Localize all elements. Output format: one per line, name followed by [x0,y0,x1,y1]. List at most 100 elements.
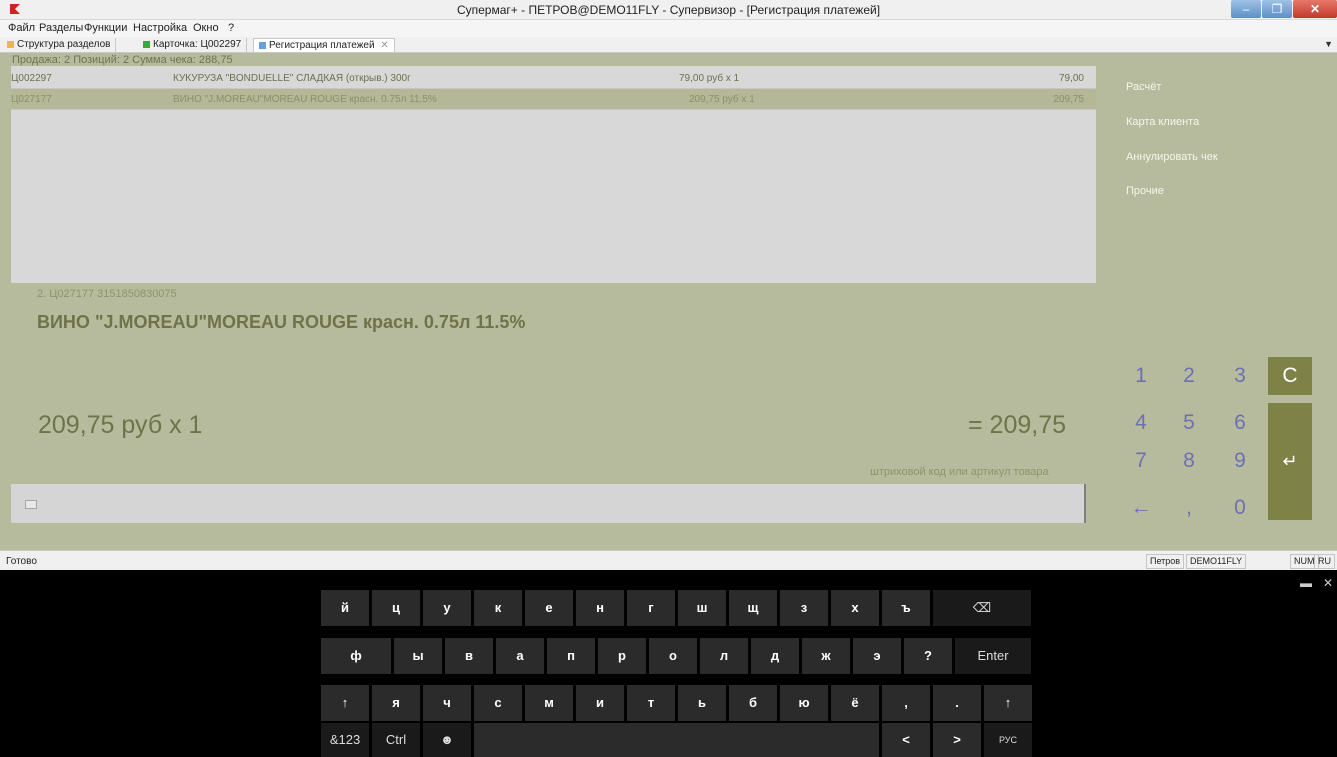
key[interactable]: ф [321,638,391,674]
key[interactable]: и [576,685,624,721]
right-arrow-key[interactable]: > [933,723,981,757]
selected-item-name: ВИНО "J.MOREAU"MOREAU ROUGE красн. 0.75л… [37,312,526,332]
key[interactable]: ы [394,638,442,674]
numpad-8[interactable]: 8 [1171,444,1207,478]
menu-functions[interactable]: Функции [84,22,127,34]
numpad-4[interactable]: 4 [1123,406,1159,440]
key[interactable]: х [831,590,879,626]
key[interactable]: . [933,685,981,721]
key[interactable]: ж [802,638,850,674]
close-button[interactable]: ✕ [1293,0,1337,18]
minimize-button[interactable]: – [1231,0,1261,18]
key[interactable]: ш [678,590,726,626]
key[interactable]: ё [831,685,879,721]
comma-key[interactable]: , [1171,491,1207,525]
keyboard-close-icon[interactable]: ✕ [1323,576,1333,590]
maximize-button[interactable]: ❐ [1262,0,1292,18]
numpad-9[interactable]: 9 [1222,444,1258,478]
item-list: Ц002297 КУКУРУЗА "BONDUELLE" СЛАДКАЯ (от… [11,66,1096,283]
key[interactable]: т [627,685,675,721]
key[interactable]: з [780,590,828,626]
menu-help[interactable]: ? [228,22,234,34]
key[interactable]: ю [780,685,828,721]
menu-window[interactable]: Окно [193,22,219,34]
item-price-qty: 209,75 руб x 1 [689,94,755,105]
item-sum: 79,00 [1058,73,1084,84]
key[interactable]: а [496,638,544,674]
checkout-button[interactable]: Расчёт [1126,81,1161,93]
key[interactable]: д [751,638,799,674]
numpad-0[interactable]: 0 [1222,491,1258,525]
language-key[interactable]: РУС [984,723,1032,757]
input-hint: штриховой код или артикул товара [870,466,1049,478]
numpad-3[interactable]: 3 [1222,359,1258,393]
key[interactable]: с [474,685,522,721]
key[interactable]: п [547,638,595,674]
menu-bar: Файл Разделы Функции Настройка Окно ? [0,20,1337,37]
tab-card[interactable]: Карточка: Ц002297 [138,38,248,52]
key[interactable]: , [882,685,930,721]
key[interactable]: щ [729,590,777,626]
backspace-icon[interactable]: ⌫ [933,590,1031,626]
client-card-button[interactable]: Карта клиента [1126,116,1199,128]
enter-key[interactable]: Enter [955,638,1031,674]
key[interactable]: б [729,685,777,721]
key[interactable]: р [598,638,646,674]
barcode-input[interactable] [11,484,1086,523]
backspace-key-icon[interactable]: ← [1123,491,1159,525]
key[interactable]: н [576,590,624,626]
numpad-5[interactable]: 5 [1171,406,1207,440]
tab-close-icon[interactable]: ✕ [380,40,388,51]
numpad-7[interactable]: 7 [1123,444,1159,478]
title-bar: Супермаг+ - ПЕТРОВ@DEMO11FLY - Супервизо… [0,0,1337,20]
key[interactable]: у [423,590,471,626]
numpad-2[interactable]: 2 [1171,359,1207,393]
key[interactable]: э [853,638,901,674]
list-item[interactable]: Ц027177 ВИНО "J.MOREAU"MOREAU ROUGE крас… [11,89,1096,110]
numpad-1[interactable]: 1 [1123,359,1159,393]
selected-item-header: 2. Ц027177 3151850830075 [37,288,177,300]
numpad-6[interactable]: 6 [1222,406,1258,440]
key[interactable]: л [700,638,748,674]
ctrl-key[interactable]: Ctrl [372,723,420,757]
item-sum: 209,75 [1053,94,1084,105]
key[interactable]: е [525,590,573,626]
key[interactable]: й [321,590,369,626]
item-code: Ц027177 [11,94,52,105]
enter-button[interactable]: ↵ [1268,403,1312,520]
receipt-summary: Продажа: 2 Позиций: 2 Сумма чека: 288,75 [12,54,233,66]
key[interactable]: ц [372,590,420,626]
symbols-key[interactable]: &123 [321,723,369,757]
shift-right-icon[interactable]: ↑ [984,685,1032,721]
key[interactable]: о [649,638,697,674]
key[interactable]: к [474,590,522,626]
key[interactable]: ь [678,685,726,721]
key[interactable]: ъ [882,590,930,626]
tab-payments[interactable]: Регистрация платежей ✕ [253,38,395,52]
status-lang: RU [1314,554,1335,569]
other-button[interactable]: Прочие [1126,185,1164,197]
selected-item-price: 209,75 руб x 1 [38,411,203,439]
menu-sections[interactable]: Разделы [39,22,83,34]
status-db: DEMO11FLY [1186,554,1247,569]
key[interactable]: ч [423,685,471,721]
cancel-receipt-button[interactable]: Аннулировать чек [1126,151,1218,163]
space-key[interactable] [474,723,879,757]
tab-dropdown-icon[interactable]: ▼ [1324,39,1333,49]
menu-settings[interactable]: Настройка [133,22,187,34]
key[interactable]: я [372,685,420,721]
list-item[interactable]: Ц002297 КУКУРУЗА "BONDUELLE" СЛАДКАЯ (от… [11,68,1096,89]
tab-structure[interactable]: Структура разделов [2,38,117,52]
key[interactable]: в [445,638,493,674]
left-arrow-key[interactable]: < [882,723,930,757]
menu-file[interactable]: Файл [8,22,35,34]
clear-button[interactable]: C [1268,357,1312,395]
keyboard-icon[interactable] [25,500,37,509]
status-user: Петров [1146,554,1185,569]
key[interactable]: г [627,590,675,626]
key[interactable]: м [525,685,573,721]
key[interactable]: ? [904,638,952,674]
emoji-icon[interactable]: ☻ [423,723,471,757]
shift-left-icon[interactable]: ↑ [321,685,369,721]
keyboard-dock-icon[interactable]: ▬ [1300,576,1312,590]
